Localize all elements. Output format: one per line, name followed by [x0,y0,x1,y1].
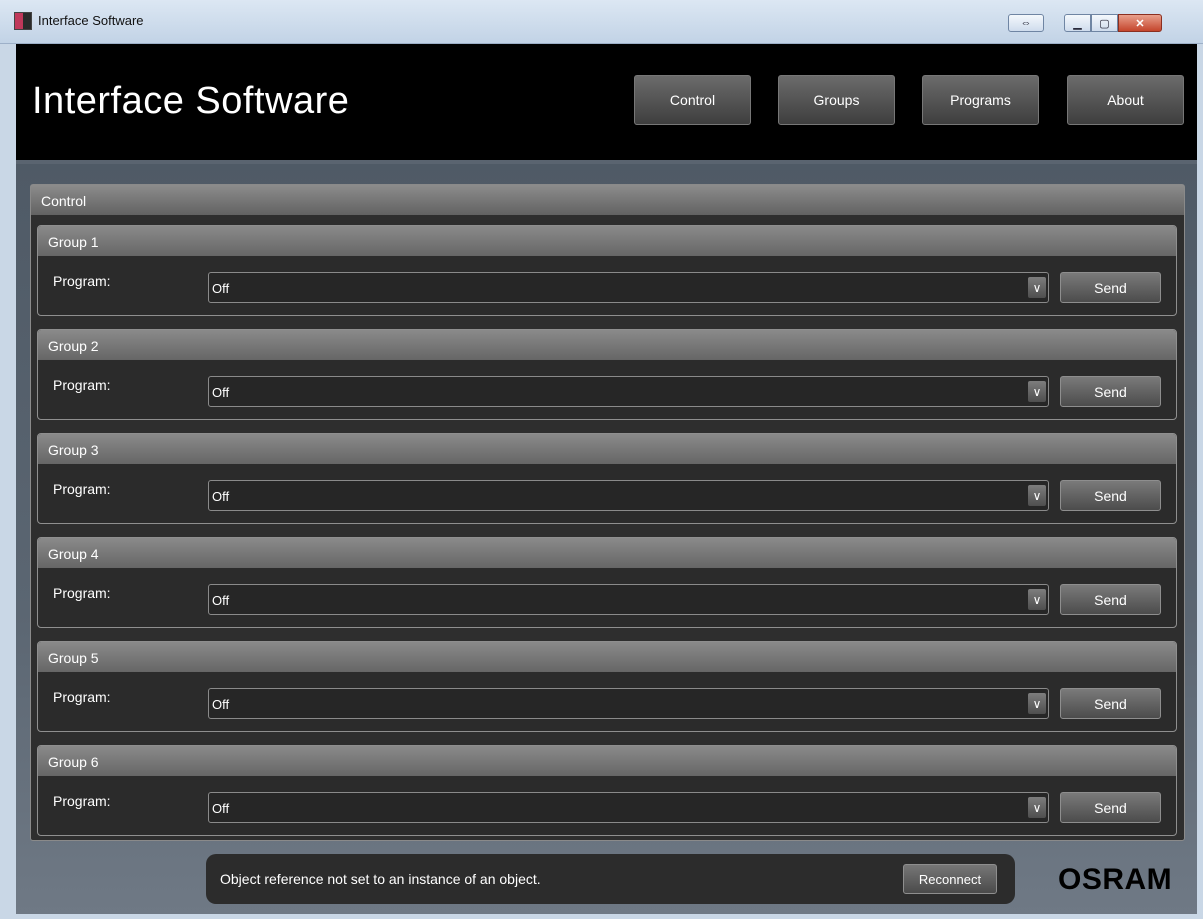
program-select-value: Off [212,489,230,504]
send-button-4[interactable]: Send [1060,584,1161,615]
group-title: Group 6 [38,746,1176,776]
program-select-1[interactable]: Off ∨ [208,272,1049,303]
program-select-value: Off [212,697,230,712]
status-bar: Object reference not set to an instance … [206,854,1015,904]
osram-logo: OSRAM [1058,863,1173,896]
app-title: Interface Software [32,80,350,122]
chevron-down-icon[interactable]: ∨ [1028,589,1046,610]
group-panel-5: Group 5 Program: Off ∨ Send [37,641,1177,732]
status-message: Object reference not set to an instance … [220,871,541,887]
program-label: Program: [53,481,111,497]
program-select-value: Off [212,593,230,608]
program-label: Program: [53,273,111,289]
group-panel-4: Group 4 Program: Off ∨ Send [37,537,1177,628]
nav-control-button[interactable]: Control [634,75,751,125]
program-select-3[interactable]: Off ∨ [208,480,1049,511]
program-select-5[interactable]: Off ∨ [208,688,1049,719]
maximize-icon[interactable]: ▢ [1091,14,1118,32]
nav-programs-button[interactable]: Programs [922,75,1039,125]
app-icon [14,12,32,30]
chevron-down-icon[interactable]: ∨ [1028,277,1046,298]
nav-about-button[interactable]: About [1067,75,1184,125]
group-title: Group 4 [38,538,1176,568]
minimize-icon[interactable]: ▁ [1064,14,1091,32]
group-panel-3: Group 3 Program: Off ∨ Send [37,433,1177,524]
window-title-bar: Interface Software ⇔ ▁ ▢ ✕ [0,0,1203,44]
window-title: Interface Software [38,13,144,28]
nav-groups-button[interactable]: Groups [778,75,895,125]
chevron-down-icon[interactable]: ∨ [1028,693,1046,714]
group-title: Group 5 [38,642,1176,672]
group-title: Group 1 [38,226,1176,256]
program-select-6[interactable]: Off ∨ [208,792,1049,823]
close-icon[interactable]: ✕ [1118,14,1162,32]
group-panel-1: Group 1 Program: Off ∨ Send [37,225,1177,316]
app-header: Interface Software Control Groups Progra… [16,44,1197,160]
control-panel: Control Group 1 Program: Off ∨ Send Grou… [30,184,1185,841]
main-content: Control Group 1 Program: Off ∨ Send Grou… [16,160,1197,914]
program-select-value: Off [212,281,230,296]
group-panel-2: Group 2 Program: Off ∨ Send [37,329,1177,420]
chevron-down-icon[interactable]: ∨ [1028,485,1046,506]
group-panel-6: Group 6 Program: Off ∨ Send [37,745,1177,836]
program-select-4[interactable]: Off ∨ [208,584,1049,615]
group-title: Group 3 [38,434,1176,464]
program-label: Program: [53,689,111,705]
send-button-6[interactable]: Send [1060,792,1161,823]
send-button-2[interactable]: Send [1060,376,1161,407]
program-label: Program: [53,793,111,809]
send-button-5[interactable]: Send [1060,688,1161,719]
chevron-down-icon[interactable]: ∨ [1028,797,1046,818]
reconnect-button[interactable]: Reconnect [903,864,997,894]
program-select-2[interactable]: Off ∨ [208,376,1049,407]
chevron-down-icon[interactable]: ∨ [1028,381,1046,402]
program-select-value: Off [212,385,230,400]
send-button-3[interactable]: Send [1060,480,1161,511]
control-panel-title: Control [31,185,1184,215]
send-button-1[interactable]: Send [1060,272,1161,303]
program-select-value: Off [212,801,230,816]
group-title: Group 2 [38,330,1176,360]
program-label: Program: [53,377,111,393]
resize-arrows-icon[interactable]: ⇔ [1008,14,1044,32]
program-label: Program: [53,585,111,601]
